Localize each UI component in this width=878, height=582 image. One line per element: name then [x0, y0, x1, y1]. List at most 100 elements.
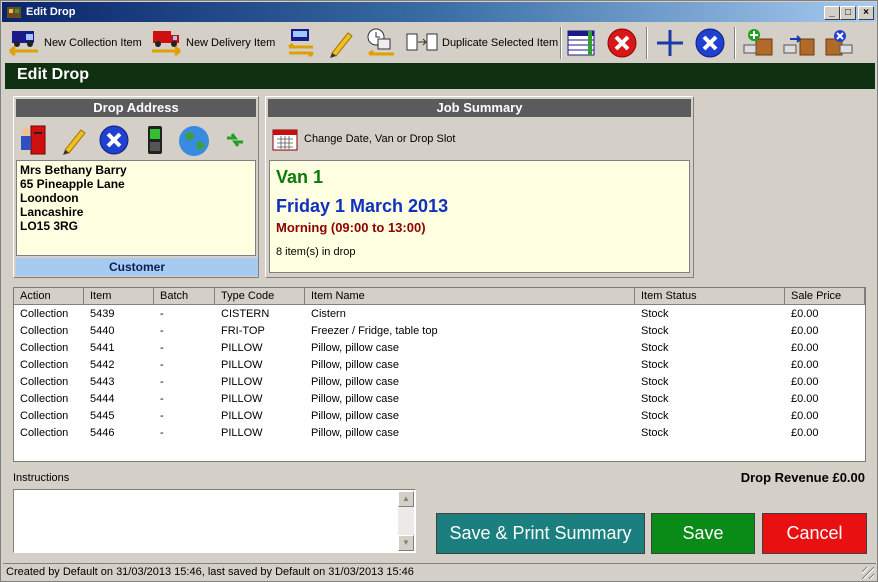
cell-sale-price: £0.00: [791, 410, 819, 422]
cell-batch: -: [160, 308, 164, 320]
customer-label: Customer: [16, 258, 258, 276]
cancel-button[interactable]: Cancel: [762, 513, 867, 554]
new-delivery-label: New Delivery Item: [186, 37, 276, 49]
clear-address-icon[interactable]: [98, 124, 130, 156]
move-box-icon: [783, 35, 815, 56]
scroll-down-button[interactable]: ▼: [398, 535, 414, 551]
delivery-truck-icon: [152, 31, 181, 57]
add-row-button[interactable]: [654, 25, 686, 61]
address-line: 65 Pineapple Lane: [20, 177, 125, 191]
cell-action: Collection: [20, 393, 69, 405]
cell-sale-price: £0.00: [791, 393, 819, 405]
maximize-button[interactable]: □: [840, 6, 856, 20]
address-box: Mrs Bethany Barry 65 Pineapple Lane Loon…: [16, 160, 256, 256]
cell-item: 5442: [90, 359, 115, 371]
table-row[interactable]: Collection 5439 - CISTERN Cistern Stock £0.00: [14, 306, 865, 323]
cell-item-name: Freezer / Fridge, table top: [311, 325, 438, 337]
duplicate-icon: [406, 33, 438, 51]
cell-action: Collection: [20, 410, 69, 422]
cell-item: 5443: [90, 376, 115, 388]
globe-icon[interactable]: [177, 124, 211, 158]
new-collection-item-button[interactable]: New Collection Item: [8, 25, 142, 61]
edit-address-icon[interactable]: [59, 124, 89, 156]
cell-item-status: Stock: [641, 342, 669, 354]
cell-item-status: Stock: [641, 393, 669, 405]
cell-batch: -: [160, 393, 164, 405]
cell-batch: -: [160, 342, 164, 354]
new-delivery-item-button[interactable]: New Delivery Item: [150, 25, 275, 61]
cell-batch: -: [160, 359, 164, 371]
edit-item-button[interactable]: [326, 25, 356, 61]
change-date-link[interactable]: Change Date, Van or Drop Slot: [272, 127, 455, 151]
cell-type-code: PILLOW: [221, 427, 263, 439]
address-line: Mrs Bethany Barry: [20, 163, 127, 177]
collection-truck-icon: [9, 31, 38, 57]
resize-grip[interactable]: [862, 567, 874, 579]
calendar-icon: [272, 129, 298, 151]
item-count: 8 item(s) in drop: [276, 246, 356, 258]
instructions-textarea[interactable]: ▲ ▼: [13, 489, 416, 553]
remove-row-button[interactable]: [694, 25, 726, 61]
window-title: Edit Drop: [26, 6, 76, 18]
refresh-icon[interactable]: [223, 128, 247, 152]
cell-item-status: Stock: [641, 308, 669, 320]
cell-item-status: Stock: [641, 359, 669, 371]
column-header-action[interactable]: Action: [14, 288, 84, 305]
cell-batch: -: [160, 410, 164, 422]
address-line: Lancashire: [20, 205, 84, 219]
add-box-button[interactable]: [742, 25, 776, 61]
table-row[interactable]: Collection 5443 - PILLOW Pillow, pillow case…: [14, 374, 865, 391]
table-row[interactable]: Collection 5445 - PILLOW Pillow, pillow case…: [14, 408, 865, 425]
delete-item-button[interactable]: [606, 25, 638, 61]
duplicate-selected-item-button[interactable]: Duplicate Selected Item: [406, 25, 558, 61]
move-box-button[interactable]: [782, 25, 816, 61]
phone-icon[interactable]: [142, 124, 168, 156]
column-header-type-code[interactable]: Type Code: [215, 288, 305, 305]
cell-item-status: Stock: [641, 325, 669, 337]
cell-sale-price: £0.00: [791, 325, 819, 337]
items-table[interactable]: Action Item Batch Type Code Item Name It…: [13, 287, 866, 462]
instructions-scrollbar[interactable]: ▲ ▼: [398, 491, 414, 551]
cell-sale-price: £0.00: [791, 427, 819, 439]
cell-item-status: Stock: [641, 376, 669, 388]
table-row[interactable]: Collection 5444 - PILLOW Pillow, pillow case…: [14, 391, 865, 408]
close-window-button[interactable]: ×: [858, 6, 874, 20]
cell-type-code: PILLOW: [221, 342, 263, 354]
column-header-item-name[interactable]: Item Name: [305, 288, 635, 305]
app-icon: [7, 7, 21, 18]
minimize-button[interactable]: _: [824, 6, 840, 20]
cell-type-code: PILLOW: [221, 393, 263, 405]
cell-item-name: Pillow, pillow case: [311, 342, 400, 354]
change-date-label: Change Date, Van or Drop Slot: [304, 133, 456, 145]
grid-columns-icon: [567, 30, 595, 56]
postbox-icon[interactable]: [19, 124, 49, 156]
table-row[interactable]: Collection 5446 - PILLOW Pillow, pillow case…: [14, 425, 865, 442]
column-header-batch[interactable]: Batch: [154, 288, 215, 305]
reschedule-item-button[interactable]: [364, 25, 398, 61]
cell-action: Collection: [20, 376, 69, 388]
column-header-sale-price[interactable]: Sale Price: [785, 288, 865, 305]
column-header-item[interactable]: Item: [84, 288, 154, 305]
cell-item-status: Stock: [641, 410, 669, 422]
cell-sale-price: £0.00: [791, 342, 819, 354]
column-header-item-status[interactable]: Item Status: [635, 288, 785, 305]
cell-item-name: Pillow, pillow case: [311, 410, 400, 422]
columns-button[interactable]: [566, 25, 598, 61]
cell-item-name: Cistern: [311, 308, 346, 320]
table-row[interactable]: Collection 5441 - PILLOW Pillow, pillow case…: [14, 340, 865, 357]
remove-box-button[interactable]: [822, 25, 856, 61]
edit-drop-window: Edit Drop _ □ × New Collection Item New …: [0, 0, 878, 582]
save-print-summary-button[interactable]: Save & Print Summary: [436, 513, 645, 554]
swap-item-button[interactable]: [286, 25, 316, 61]
cell-item: 5440: [90, 325, 115, 337]
van-name: Van 1: [276, 167, 324, 187]
cell-type-code: PILLOW: [221, 376, 263, 388]
table-row[interactable]: Collection 5442 - PILLOW Pillow, pillow case…: [14, 357, 865, 374]
cell-action: Collection: [20, 342, 69, 354]
toolbar: New Collection Item New Delivery Item Du…: [2, 23, 876, 63]
table-row[interactable]: Collection 5440 - FRI-TOP Freezer / Fridge, …: [14, 323, 865, 340]
toolbar-separator: [646, 27, 648, 59]
cell-action: Collection: [20, 325, 69, 337]
save-button[interactable]: Save: [651, 513, 755, 554]
scroll-up-button[interactable]: ▲: [398, 491, 414, 507]
